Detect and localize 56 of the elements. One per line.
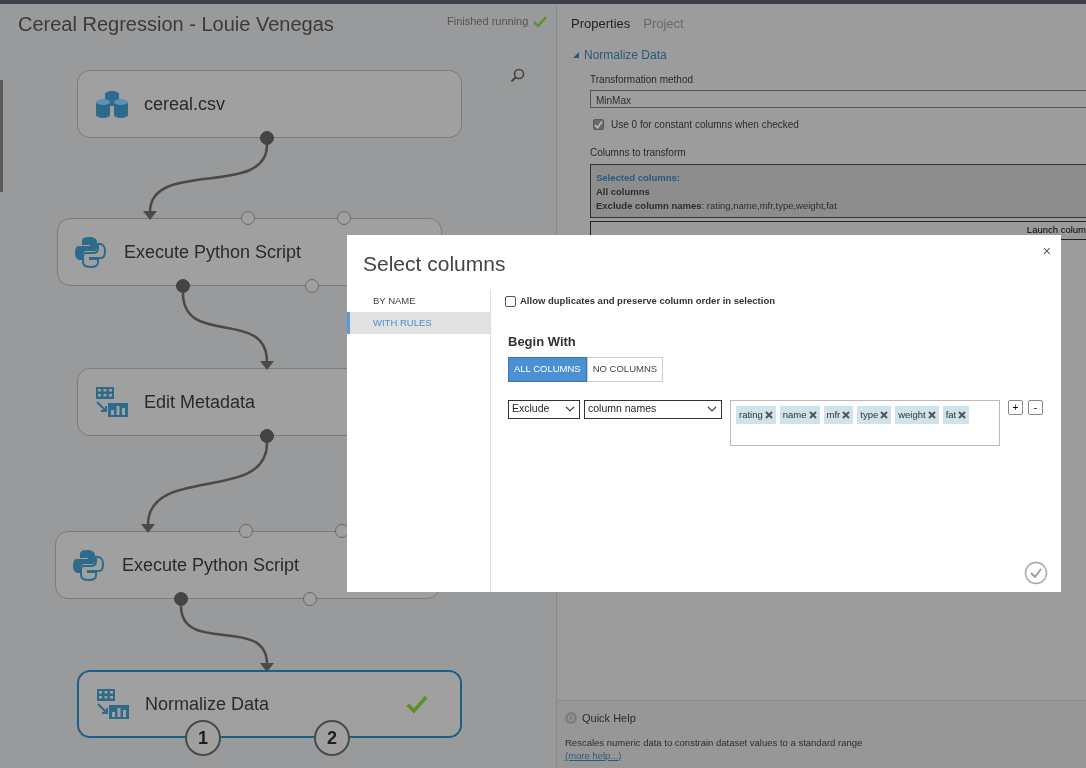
tag-label: fat (945, 407, 957, 422)
dropdown[interactable]: MinMax (590, 89, 1086, 108)
remove-icon[interactable] (808, 410, 817, 419)
module-label: Execute Python Script (122, 553, 300, 577)
field-label: Columns to transform (590, 145, 687, 160)
dropdown[interactable]: column names (584, 399, 722, 419)
tag-label: mfr (826, 407, 841, 422)
help-icon (565, 712, 577, 724)
output-port[interactable]: 1 (185, 720, 221, 756)
table-chart-icon (95, 687, 131, 721)
remove-icon[interactable] (880, 410, 889, 419)
field-label: Transformation method (590, 72, 694, 87)
checkbox-label: Allow duplicates and preserve column order in selection (520, 294, 775, 308)
summary-heading: Selected columns: (596, 170, 681, 185)
ok-icon[interactable] (1024, 561, 1048, 585)
module-label: Normalize Data (145, 692, 270, 716)
toggle-button[interactable]: ALL COLUMNS (508, 356, 587, 382)
experiment-title: Cereal Regression - Louie Venegas (18, 12, 334, 37)
help-title: Quick Help (582, 712, 636, 724)
scrollbar[interactable] (0, 80, 3, 192)
port-icon[interactable] (260, 429, 274, 443)
collapse-icon[interactable] (573, 51, 579, 58)
dropdown[interactable]: Exclude (508, 399, 580, 419)
nav-tab[interactable]: BY NAME (347, 290, 490, 312)
tag-label: rating (739, 407, 763, 422)
tag-label: weight (898, 407, 926, 422)
summary-rule: Exclude column names: rating,name,mfr,type,weight,fat (596, 198, 838, 213)
checkbox-label: Use 0 for constant columns when checked (611, 117, 799, 132)
module-label: Edit Metadata (144, 390, 256, 414)
tag-field[interactable]: rating name mfr type weight fat (730, 399, 1000, 446)
checkbox[interactable] (593, 118, 604, 130)
add-button[interactable]: + (1008, 399, 1023, 415)
remove-icon[interactable] (958, 410, 967, 419)
port-icon[interactable] (176, 279, 190, 293)
tag-label: type (860, 407, 879, 422)
status-text: Finished running (447, 14, 529, 29)
help-text: Rescales numeric data to constrain dataset values to a standard range (565, 737, 864, 748)
output-port[interactable]: 2 (314, 720, 350, 756)
remove-icon[interactable] (764, 410, 773, 419)
port-icon[interactable] (260, 131, 274, 145)
summary-text: All columns (596, 184, 651, 199)
search-icon[interactable] (510, 68, 525, 83)
module-label: Execute Python Script (124, 240, 302, 264)
section-heading: Begin With (508, 333, 577, 352)
checkbox[interactable] (505, 295, 516, 307)
tag-label: name (782, 407, 807, 422)
module-label: cereal.csv (144, 92, 226, 116)
port-icon[interactable] (174, 592, 188, 606)
close-button[interactable]: × (1042, 241, 1051, 262)
module-node[interactable]: cereal.csv (77, 70, 462, 138)
toggle-button[interactable]: NO COLUMNS (586, 356, 664, 382)
remove-button[interactable]: - (1028, 399, 1043, 415)
table-chart-icon (94, 385, 130, 419)
remove-icon[interactable] (927, 410, 936, 419)
panel-tab[interactable]: Properties (571, 14, 631, 34)
remove-icon[interactable] (842, 410, 851, 419)
